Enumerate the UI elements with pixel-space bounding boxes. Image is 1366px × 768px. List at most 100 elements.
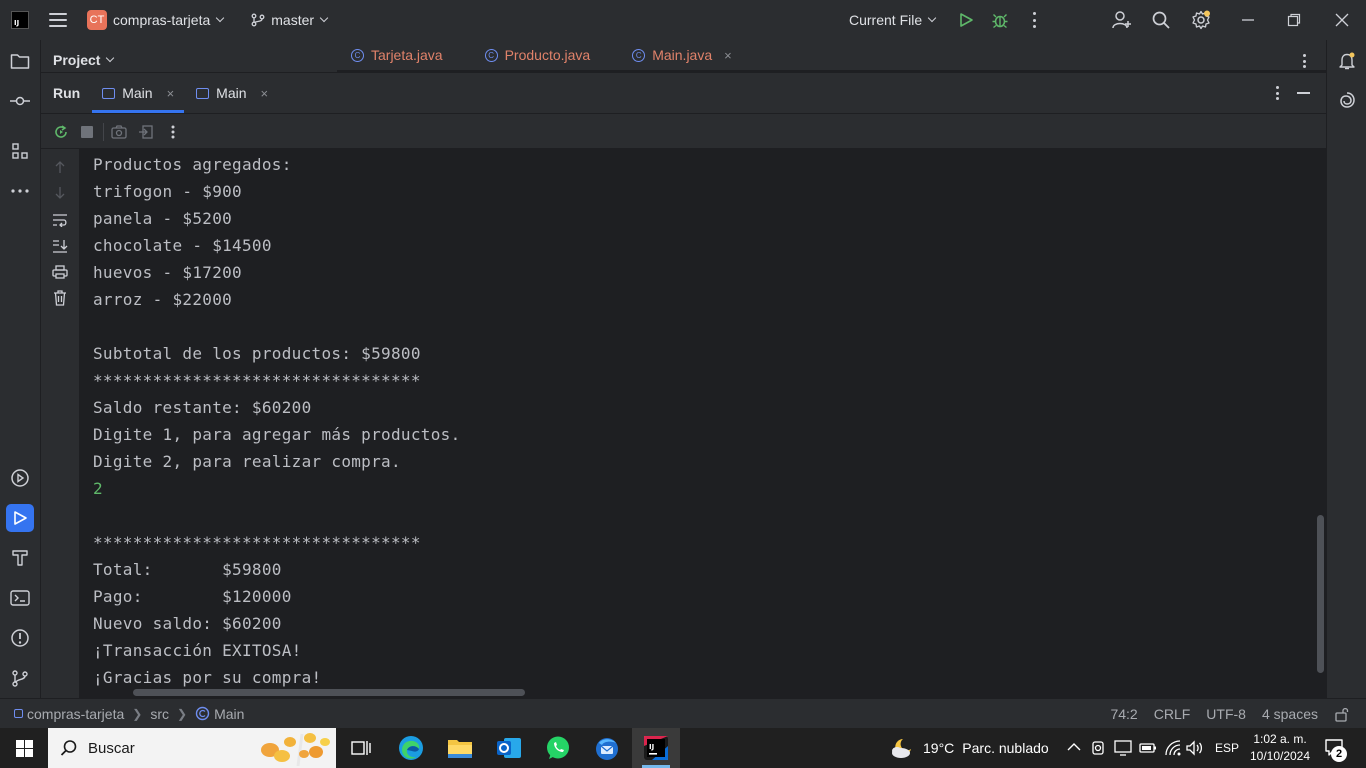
console-output[interactable]: Productos agregados: trifogon - $900 panel… xyxy=(79,149,1326,699)
rerun-icon[interactable] xyxy=(53,124,69,140)
task-view-icon[interactable] xyxy=(347,734,375,762)
services-icon[interactable] xyxy=(9,467,31,489)
more-options-icon[interactable] xyxy=(165,124,181,140)
settings-gear-icon[interactable] xyxy=(1191,10,1211,30)
project-badge[interactable]: CT xyxy=(87,10,107,30)
console-line: ********************************* xyxy=(93,371,421,390)
windows-start-icon[interactable] xyxy=(16,740,33,757)
chevron-down-icon xyxy=(927,13,937,23)
close-window-icon[interactable] xyxy=(1334,12,1350,28)
display-settings-icon[interactable] xyxy=(1114,740,1132,756)
notifications-bell-icon[interactable] xyxy=(1337,51,1357,71)
editor-tabs-more-icon[interactable] xyxy=(1303,54,1307,68)
volume-speaker-icon[interactable] xyxy=(1186,740,1204,756)
read-only-lock-icon[interactable] xyxy=(1334,706,1350,722)
file-encoding[interactable]: UTF-8 xyxy=(1206,706,1246,722)
tab-tarjeta-java[interactable]: C Tarjeta.java xyxy=(337,40,457,70)
run-config-label: Current File xyxy=(849,12,923,28)
tray-app-icon[interactable] xyxy=(1090,740,1106,756)
indent-setting[interactable]: 4 spaces xyxy=(1262,706,1318,722)
more-tools-icon[interactable] xyxy=(9,180,31,202)
system-clock[interactable]: 1:02 a. m. 10/10/2024 xyxy=(1246,731,1314,765)
tab-main-java[interactable]: C Main.java × xyxy=(618,40,746,70)
console-window-icon xyxy=(196,87,210,99)
close-tab-icon[interactable]: × xyxy=(167,86,175,101)
add-user-icon[interactable] xyxy=(1112,10,1132,30)
camera-snapshot-icon[interactable] xyxy=(111,124,127,140)
vertical-scrollbar[interactable] xyxy=(1317,515,1324,673)
run-icon[interactable] xyxy=(958,12,974,28)
breadcrumb-project[interactable]: compras-tarjeta xyxy=(27,706,124,722)
whatsapp-icon[interactable] xyxy=(544,734,572,762)
soft-wrap-icon[interactable] xyxy=(52,212,68,228)
main-menu-icon[interactable] xyxy=(49,13,67,27)
title-bar-left: IJ CT compras-tarjeta master xyxy=(0,0,329,40)
terminal-icon[interactable] xyxy=(9,587,31,609)
run-tab-label: Main xyxy=(122,85,153,101)
debug-icon[interactable] xyxy=(991,11,1009,29)
commit-icon[interactable] xyxy=(9,90,31,112)
stop-icon[interactable] xyxy=(79,124,95,140)
tab-producto-java[interactable]: C Producto.java xyxy=(471,40,605,70)
console-line: Total: $59800 xyxy=(93,560,282,579)
project-folder-icon[interactable] xyxy=(9,50,31,72)
structure-icon[interactable] xyxy=(9,140,31,162)
run-tab-main-1[interactable]: Main × xyxy=(92,73,185,113)
console-line: arroz - $22000 xyxy=(93,290,233,309)
module-icon xyxy=(14,709,23,718)
run-tab-label: Main xyxy=(216,85,247,101)
run-config-selector[interactable]: Current File xyxy=(849,12,937,28)
console-line: huevos - $17200 xyxy=(93,263,242,282)
input-language[interactable]: ESP xyxy=(1215,728,1239,768)
minimize-window-icon[interactable] xyxy=(1240,12,1256,28)
file-explorer-icon[interactable] xyxy=(446,734,474,762)
more-actions-icon[interactable] xyxy=(1031,12,1037,28)
problems-icon[interactable] xyxy=(9,627,31,649)
edge-browser-icon[interactable] xyxy=(397,734,425,762)
left-tool-strip xyxy=(0,40,41,698)
console-line: ********************************* xyxy=(93,533,421,552)
console-line: panela - $5200 xyxy=(93,209,233,228)
svg-text:IJ: IJ xyxy=(649,743,654,751)
breadcrumb-main[interactable]: Main xyxy=(214,706,244,722)
caret-position[interactable]: 74:2 xyxy=(1110,706,1137,722)
thunderbird-icon[interactable] xyxy=(593,734,621,762)
intellij-logo-icon[interactable]: IJ xyxy=(11,11,29,29)
wifi-icon[interactable] xyxy=(1164,739,1182,757)
intellij-idea-taskbar-icon[interactable]: IJ xyxy=(632,728,680,768)
scroll-down-icon[interactable] xyxy=(52,185,68,201)
line-separator[interactable]: CRLF xyxy=(1154,706,1191,722)
run-panel-title: Run xyxy=(53,85,81,101)
show-hidden-icons-chevron-up-icon[interactable] xyxy=(1067,742,1081,752)
git-icon[interactable] xyxy=(9,667,31,689)
close-tab-icon[interactable]: × xyxy=(724,48,732,63)
print-icon[interactable] xyxy=(52,264,68,280)
console-line: 2 xyxy=(93,479,103,498)
search-icon[interactable] xyxy=(1151,10,1171,30)
build-hammer-icon[interactable] xyxy=(9,547,31,569)
close-tab-icon[interactable]: × xyxy=(261,86,269,101)
chevron-down-icon xyxy=(319,13,329,23)
horizontal-scrollbar[interactable] xyxy=(133,689,525,696)
taskbar-search-box[interactable]: Buscar xyxy=(48,728,336,768)
console-line: chocolate - $14500 xyxy=(93,236,272,255)
scroll-up-icon[interactable] xyxy=(52,159,68,175)
breadcrumb-src[interactable]: src xyxy=(150,706,169,722)
run-tab-main-2[interactable]: Main × xyxy=(186,73,278,113)
exit-icon[interactable] xyxy=(138,124,154,140)
hide-panel-icon[interactable] xyxy=(1297,92,1310,94)
outlook-icon[interactable] xyxy=(495,734,523,762)
scroll-to-end-icon[interactable] xyxy=(52,238,68,254)
clear-trash-icon[interactable] xyxy=(52,290,68,306)
chevron-down-icon[interactable] xyxy=(216,13,225,23)
weather-widget[interactable]: 19°C Parc. nublado xyxy=(889,728,1049,768)
ai-assistant-spiral-icon[interactable] xyxy=(1337,90,1357,110)
project-name[interactable]: compras-tarjeta xyxy=(113,12,210,28)
run-panel-options-icon[interactable] xyxy=(1276,86,1280,100)
run-tool-icon[interactable] xyxy=(6,504,34,532)
branch-widget[interactable]: master xyxy=(251,12,329,28)
restore-window-icon[interactable] xyxy=(1286,12,1302,28)
battery-icon[interactable] xyxy=(1139,741,1157,755)
java-class-icon: C xyxy=(484,48,498,62)
